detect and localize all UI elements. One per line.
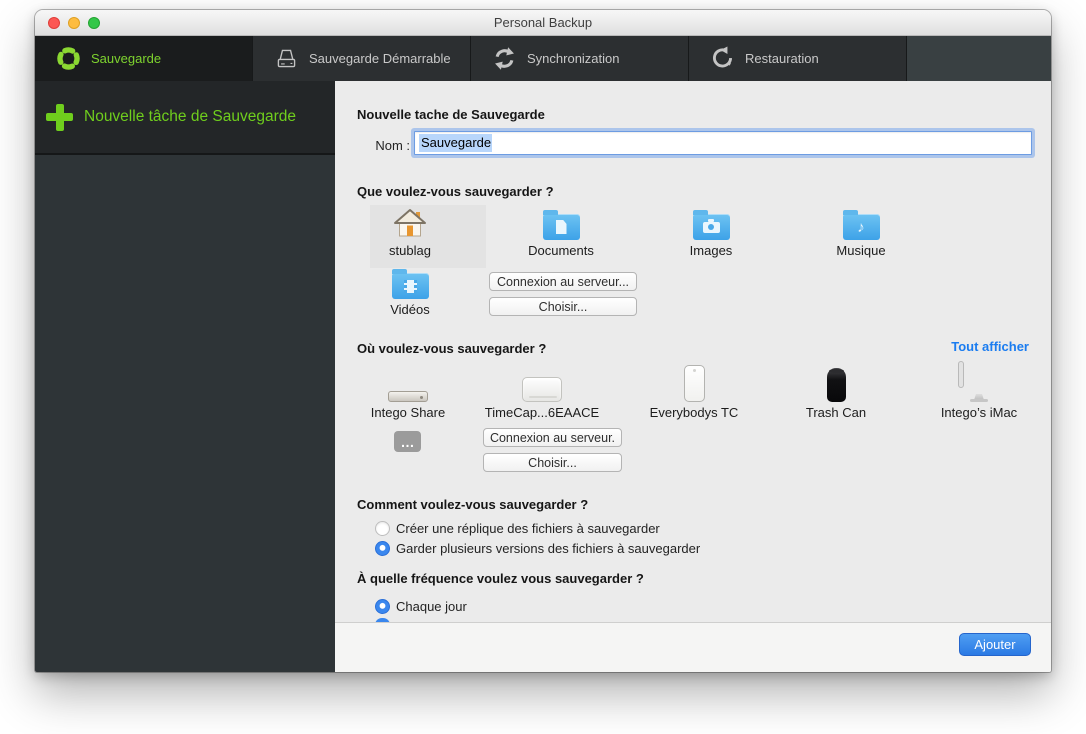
toolbar-filler	[907, 36, 1051, 81]
sidebar: Nouvelle tâche de Sauvegarde	[35, 81, 335, 672]
tab-label: Sauvegarde	[91, 51, 161, 66]
dest-item-label: TimeCap...6EAACE	[485, 405, 599, 420]
how-heading: Comment voulez-vous sauvegarder ?	[357, 497, 588, 512]
documents-folder-icon	[543, 206, 580, 240]
radio-label: Garder plusieurs versions des fichiers à…	[396, 541, 700, 556]
dest-item-label: Everybodys TC	[650, 405, 739, 420]
source-item-videos[interactable]: Vidéos	[355, 265, 465, 317]
new-backup-task-button[interactable]: Nouvelle tâche de Sauvegarde	[35, 81, 335, 155]
tab-synchronization[interactable]: Synchronization	[471, 36, 689, 81]
source-item-documents[interactable]: Documents	[506, 206, 616, 258]
source-item-label: Vidéos	[390, 302, 430, 317]
videos-folder-icon	[392, 265, 429, 299]
tab-label: Restauration	[745, 51, 819, 66]
tab-restauration[interactable]: Restauration	[689, 36, 907, 81]
source-item-label: Images	[690, 243, 733, 258]
add-button[interactable]: Ajouter	[959, 633, 1031, 656]
minimize-button[interactable]	[68, 17, 80, 29]
connect-server-button-source[interactable]: Connexion au serveur...	[489, 272, 637, 291]
dest-item-label: Trash Can	[806, 405, 866, 420]
choose-button-source[interactable]: Choisir...	[489, 297, 637, 316]
radio-replica[interactable]: Créer une réplique des fichiers à sauveg…	[375, 521, 660, 536]
bootable-drive-icon	[273, 45, 300, 72]
imac-icon	[958, 362, 1000, 402]
source-item-images[interactable]: Images	[656, 206, 766, 258]
close-button[interactable]	[48, 17, 60, 29]
new-backup-task-label: Nouvelle tâche de Sauvegarde	[84, 108, 296, 126]
tab-sauvegarde-demarrable[interactable]: Sauvegarde Démarrable	[253, 36, 471, 81]
plus-icon	[46, 104, 73, 131]
dest-item-time-capsule[interactable]: TimeCap...6EAACE	[487, 362, 597, 420]
tab-label: Sauvegarde Démarrable	[309, 51, 451, 66]
footer-bar: Ajouter	[335, 622, 1051, 672]
tower-device-icon	[684, 362, 705, 402]
show-all-link[interactable]: Tout afficher	[951, 339, 1029, 354]
radio-label: Créer une réplique des fichiers à sauveg…	[396, 521, 660, 536]
connect-server-button-dest[interactable]: Connexion au serveur.	[483, 428, 622, 447]
dest-item-trash-can[interactable]: Trash Can	[781, 362, 891, 420]
radio-versions[interactable]: Garder plusieurs versions des fichiers à…	[375, 541, 700, 556]
task-name-input[interactable]: Sauvegarde	[414, 131, 1032, 155]
radio-button[interactable]	[375, 521, 390, 536]
where-heading: Où voulez-vous sauvegarder ?	[357, 341, 546, 356]
radio-label: Chaque jour	[396, 599, 467, 614]
home-icon	[391, 206, 429, 240]
choose-button-dest[interactable]: Choisir...	[483, 453, 622, 472]
radio-daily[interactable]: Chaque jour	[375, 599, 467, 614]
source-item-music[interactable]: ♪ Musique	[806, 206, 916, 258]
frequency-heading: À quelle fréquence voulez vous sauvegard…	[357, 571, 644, 586]
radio-button[interactable]	[375, 599, 390, 614]
dest-item-everybodys-tc[interactable]: Everybodys TC	[639, 362, 749, 420]
window-title: Personal Backup	[35, 15, 1051, 30]
tab-sauvegarde[interactable]: Sauvegarde	[35, 36, 253, 81]
dest-item-label: Intego Share	[371, 405, 445, 420]
dest-item-intego-share[interactable]: Intego Share	[353, 362, 463, 420]
main-content: Nouvelle tache de Sauvegarde Nom : Sauve…	[335, 81, 1051, 622]
dest-item-label: Intego’s iMac	[941, 405, 1017, 420]
zoom-button[interactable]	[88, 17, 100, 29]
sync-arrows-icon	[491, 45, 518, 72]
time-capsule-icon	[522, 362, 562, 402]
source-item-home[interactable]: stublag	[355, 206, 465, 258]
toolbar: Sauvegarde Sauvegarde Démarrable	[35, 36, 1051, 81]
network-share-icon	[388, 362, 428, 402]
name-label: Nom :	[357, 138, 410, 153]
mac-pro-icon	[827, 362, 846, 402]
titlebar: Personal Backup	[35, 10, 1051, 36]
source-item-label: stublag	[389, 243, 431, 258]
music-folder-icon: ♪	[843, 206, 880, 240]
restore-arrow-icon	[709, 45, 736, 72]
app-window: Personal Backup Sauvegarde Sauvegarde Dé…	[35, 10, 1051, 672]
source-item-label: Musique	[836, 243, 885, 258]
source-item-label: Documents	[528, 243, 594, 258]
images-folder-icon	[693, 206, 730, 240]
form-title: Nouvelle tache de Sauvegarde	[357, 107, 545, 122]
tab-label: Synchronization	[527, 51, 620, 66]
task-name-value: Sauvegarde	[419, 134, 492, 152]
radio-button[interactable]	[375, 541, 390, 556]
backup-ring-icon	[55, 45, 82, 72]
dest-item-imac[interactable]: Intego’s iMac	[924, 362, 1034, 420]
what-heading: Que voulez-vous sauvegarder ?	[357, 184, 554, 199]
more-destinations-button[interactable]: …	[394, 431, 421, 452]
